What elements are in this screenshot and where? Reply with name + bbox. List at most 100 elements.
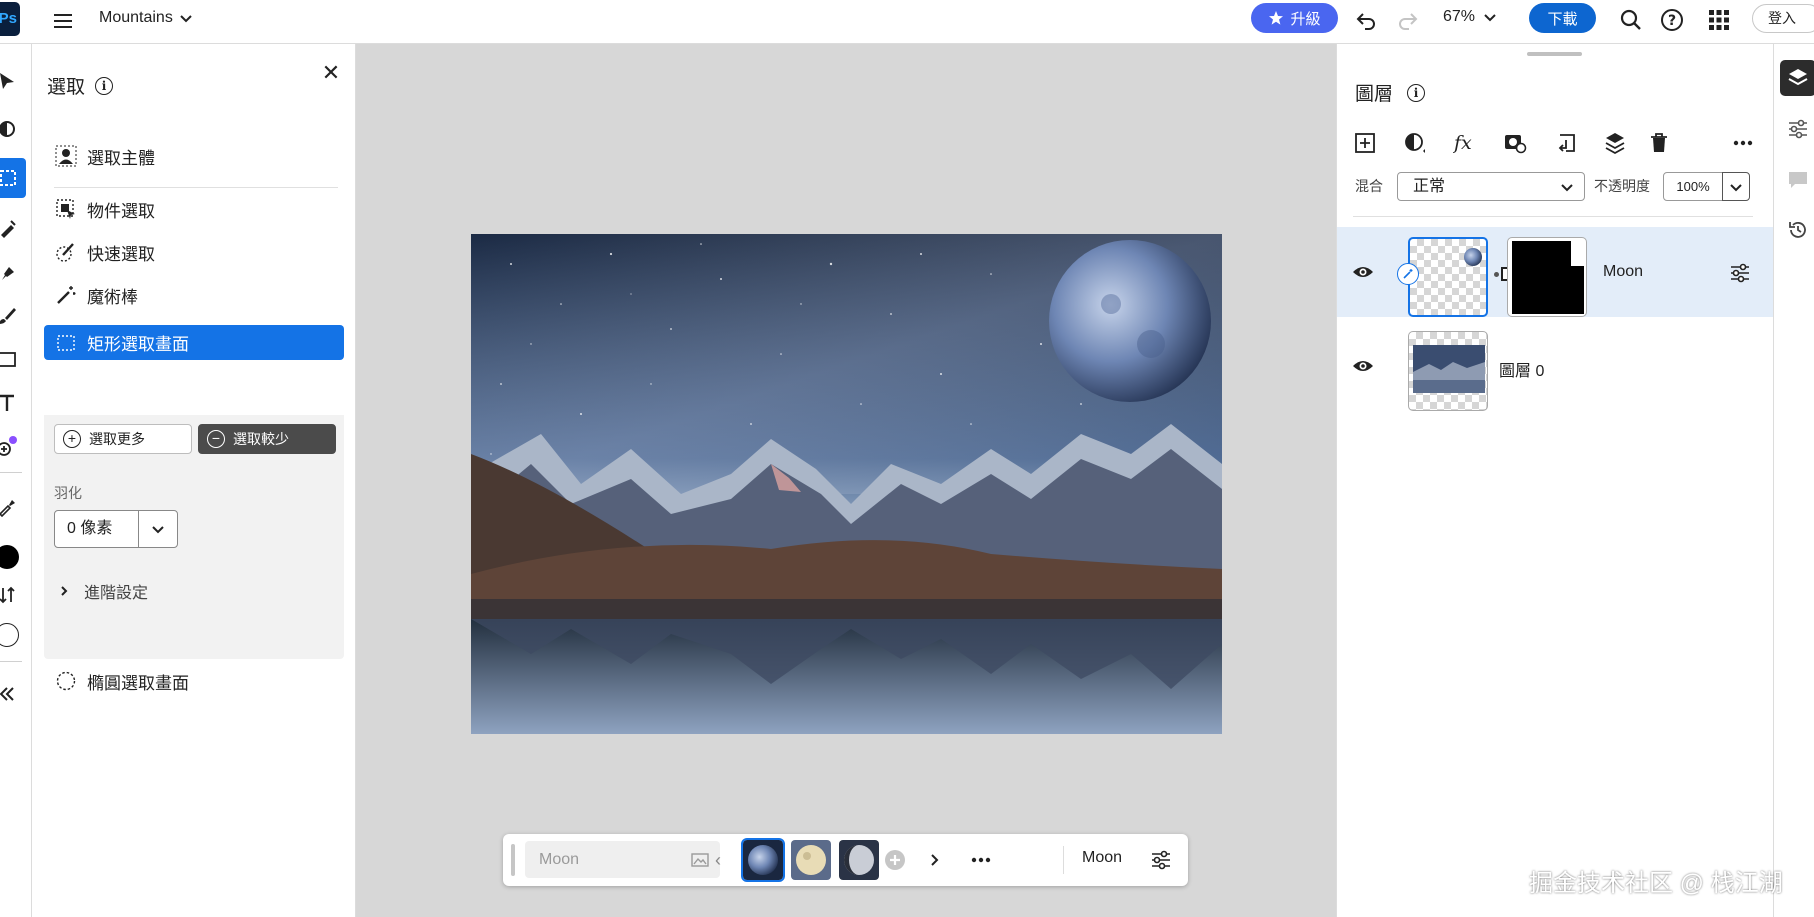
quick-select-icon xyxy=(55,241,77,263)
search-icon[interactable] xyxy=(1617,6,1645,34)
help-icon[interactable]: ? xyxy=(1658,6,1686,34)
chevron-down-icon xyxy=(1730,183,1742,191)
selection-tool-icon[interactable] xyxy=(0,158,26,198)
add-layer-icon[interactable] xyxy=(1350,128,1380,158)
more-options-icon[interactable] xyxy=(1728,128,1758,158)
magic-wand-item[interactable]: 魔術棒 xyxy=(44,275,344,315)
eyedropper-icon[interactable] xyxy=(0,492,22,522)
photoshop-logo[interactable]: Ps xyxy=(0,2,20,36)
foreground-color-swatch[interactable] xyxy=(0,542,22,572)
collapse-panel-icon[interactable] xyxy=(0,679,22,709)
download-button[interactable]: 下載 xyxy=(1529,3,1596,33)
apps-grid-icon[interactable] xyxy=(1705,6,1733,34)
redo-icon[interactable] xyxy=(1394,6,1422,34)
document-title-dropdown[interactable]: Mountains xyxy=(99,9,193,27)
undo-icon[interactable] xyxy=(1352,6,1380,34)
delete-layer-icon[interactable] xyxy=(1644,128,1674,158)
clone-stamp-icon[interactable] xyxy=(0,258,22,288)
generate-more-icon[interactable] xyxy=(882,846,908,874)
shape-tool-icon[interactable] xyxy=(0,344,22,374)
marquee-options: + 選取更多 − 選取較少 羽化 0 像素 進階設定 xyxy=(44,415,344,659)
move-tool-icon[interactable] xyxy=(0,66,22,96)
feather-dropdown[interactable] xyxy=(138,510,178,548)
settings-sliders-icon[interactable] xyxy=(1148,846,1174,874)
next-variation-icon[interactable] xyxy=(921,846,947,874)
blend-mode-select[interactable]: 正常 xyxy=(1397,172,1585,201)
chevron-down-icon xyxy=(180,15,192,23)
document-title: Mountains xyxy=(99,9,173,26)
layer-row-background[interactable]: 圖層 0 xyxy=(1337,321,1773,411)
item-label: 快速選取 xyxy=(87,244,155,264)
object-select-item[interactable]: 物件選取 xyxy=(44,189,344,229)
layer-row-moon[interactable]: Moon xyxy=(1337,227,1773,317)
variation-thumbnail-2[interactable] xyxy=(791,840,831,880)
variation-thumbnail-1[interactable] xyxy=(741,838,785,882)
feather-input[interactable]: 0 像素 xyxy=(54,510,139,548)
more-options-icon[interactable] xyxy=(968,846,994,874)
add-mask-icon[interactable] xyxy=(1500,128,1530,158)
blend-mode-label: 混合 xyxy=(1355,178,1383,194)
layer-name[interactable]: 圖層 0 xyxy=(1499,357,1544,381)
contextual-task-bar: Moon ‹ Moon xyxy=(503,834,1188,886)
subject-select-icon xyxy=(55,145,77,167)
chevron-down-icon xyxy=(152,526,164,534)
chevron-right-icon xyxy=(61,586,68,596)
info-icon[interactable]: i xyxy=(95,76,114,95)
panel-rail xyxy=(1773,44,1814,917)
select-more-button[interactable]: + 選取更多 xyxy=(54,424,192,454)
add-image-icon[interactable] xyxy=(0,431,22,461)
visibility-eye-icon[interactable] xyxy=(1351,260,1375,284)
drag-handle[interactable] xyxy=(511,844,515,876)
layer-thumbnail[interactable] xyxy=(1408,237,1488,317)
layer-stack-icon[interactable] xyxy=(1600,128,1630,158)
signin-button[interactable]: 登入 xyxy=(1752,4,1814,33)
toolbar-divider xyxy=(0,661,22,662)
selection-title: 選取 xyxy=(47,77,86,98)
close-icon[interactable]: ✕ xyxy=(318,60,344,86)
background-color-swatch[interactable] xyxy=(0,620,22,650)
svg-text:?: ? xyxy=(1668,13,1676,29)
document-canvas-image[interactable] xyxy=(471,234,1222,734)
opacity-input[interactable]: 100% xyxy=(1663,172,1723,201)
selection-panel: 選取 i ✕ 選取主體 物件選取 快速選取 魔術棒 套索 xyxy=(32,44,356,917)
rectangle-marquee-item[interactable]: 矩形選取畫面 xyxy=(44,325,344,360)
adjustments-panel-icon[interactable] xyxy=(1780,111,1814,147)
adjust-tool-icon[interactable] xyxy=(0,114,22,144)
previous-variation-icon[interactable]: ‹ xyxy=(705,846,731,874)
panel-resize-handle[interactable] xyxy=(1527,52,1582,56)
layer-name-label[interactable]: Moon xyxy=(1082,849,1122,867)
text-tool-icon[interactable] xyxy=(0,388,22,418)
item-label: 物件選取 xyxy=(87,201,155,221)
layer-name[interactable]: Moon xyxy=(1603,263,1643,281)
feather-label: 羽化 xyxy=(54,485,82,501)
svg-text:fx: fx xyxy=(1453,132,1472,154)
info-icon[interactable]: i xyxy=(1407,83,1426,102)
plus-circle-icon: + xyxy=(63,430,81,448)
layers-panel-icon[interactable] xyxy=(1780,60,1814,96)
clipping-mask-icon[interactable] xyxy=(1551,128,1581,158)
menu-icon[interactable] xyxy=(50,8,76,34)
quick-select-item[interactable]: 快速選取 xyxy=(44,232,344,272)
layer-properties-icon[interactable] xyxy=(1727,260,1753,286)
brush-tool-icon[interactable] xyxy=(0,301,22,331)
canvas-area[interactable]: Moon ‹ Moon xyxy=(356,44,1336,917)
select-less-button[interactable]: − 選取較少 xyxy=(198,424,336,454)
visibility-eye-icon[interactable] xyxy=(1351,354,1375,378)
swap-colors-icon[interactable] xyxy=(0,580,22,610)
ellipse-marquee-item[interactable]: 橢圓選取畫面 xyxy=(44,661,344,701)
opacity-dropdown[interactable] xyxy=(1722,172,1750,201)
select-subject-item[interactable]: 選取主體 xyxy=(44,136,344,176)
history-panel-icon[interactable] xyxy=(1780,212,1814,248)
layer-thumbnail[interactable] xyxy=(1408,331,1488,411)
layer-effects-icon[interactable]: fx xyxy=(1451,128,1481,158)
advanced-settings-toggle[interactable]: 進階設定 xyxy=(58,579,148,603)
magic-wand-icon xyxy=(55,284,77,306)
comments-panel-icon[interactable] xyxy=(1780,162,1814,198)
star-icon xyxy=(1269,11,1284,25)
heal-brush-icon[interactable] xyxy=(0,214,22,244)
variation-thumbnail-3[interactable] xyxy=(839,840,879,880)
upgrade-button[interactable]: 升級 xyxy=(1251,3,1338,33)
zoom-dropdown[interactable]: 67% xyxy=(1443,8,1497,26)
adjustment-layer-icon[interactable] xyxy=(1400,128,1430,158)
layer-mask-thumbnail[interactable] xyxy=(1507,237,1587,317)
